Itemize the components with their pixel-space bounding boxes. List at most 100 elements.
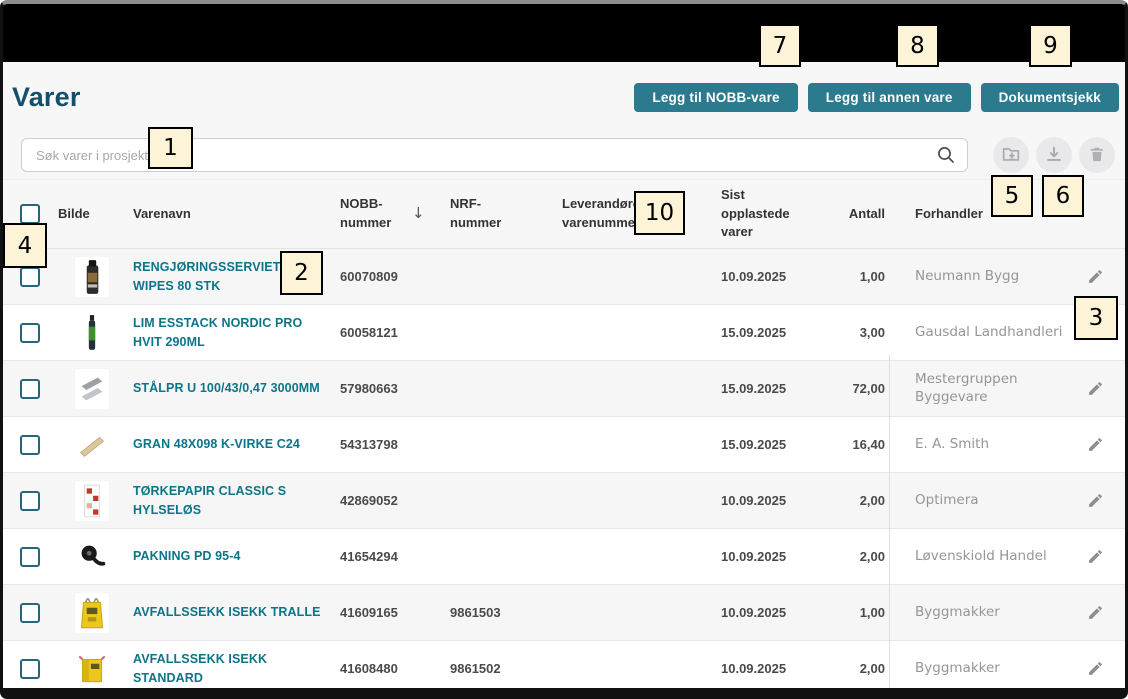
edit-row-button[interactable] bbox=[1087, 492, 1104, 509]
nobb-number-cell: 60070809 bbox=[335, 269, 445, 284]
quantity-cell: 2,00 bbox=[845, 661, 889, 676]
row-checkbox[interactable] bbox=[20, 491, 40, 511]
annotation-box-5: 5 bbox=[991, 175, 1033, 217]
nrf-number-cell: 9861502 bbox=[445, 661, 558, 676]
nrf-number-cell: 9861503 bbox=[445, 605, 558, 620]
delete-button[interactable] bbox=[1079, 137, 1115, 173]
top-navigation-bar bbox=[3, 4, 1125, 62]
edit-row-button[interactable] bbox=[1087, 604, 1104, 621]
annotation-box-3: 3 bbox=[1074, 296, 1118, 340]
dealer-cell: E. A. Smith bbox=[889, 436, 1065, 454]
quantity-cell: 1,00 bbox=[845, 605, 889, 620]
folder-download-button[interactable] bbox=[993, 137, 1029, 173]
product-name-link[interactable]: TØRKEPAPIR CLASSIC S HYLSELØS bbox=[133, 482, 329, 520]
product-image bbox=[75, 649, 109, 689]
sort-descending-icon[interactable]: ↓ bbox=[412, 203, 425, 225]
select-all-checkbox[interactable] bbox=[20, 204, 40, 224]
products-table: Bilde Varenavn NOBB-nummer ↓ NRF-nummer … bbox=[3, 179, 1125, 699]
column-header-forhandler[interactable]: Forhandler bbox=[889, 180, 1065, 248]
product-name-link[interactable]: AVFALLSSEKK ISEKK TRALLE bbox=[133, 603, 321, 622]
row-checkbox[interactable] bbox=[20, 603, 40, 623]
last-uploaded-cell: 10.09.2025 bbox=[715, 661, 845, 676]
dealer-cell: Mestergruppen Byggevare bbox=[889, 371, 1065, 406]
last-uploaded-cell: 10.09.2025 bbox=[715, 269, 845, 284]
table-row: LIM ESSTACK NORDIC PRO HVIT 290ML 600581… bbox=[3, 304, 1125, 360]
product-name-link[interactable]: LIM ESSTACK NORDIC PRO HVIT 290ML bbox=[133, 314, 329, 352]
quantity-cell: 3,00 bbox=[845, 325, 889, 340]
nobb-number-cell: 42869052 bbox=[335, 493, 445, 508]
product-name-link[interactable]: AVFALLSSEKK ISEKK STANDARD bbox=[133, 650, 329, 688]
row-checkbox[interactable] bbox=[20, 659, 40, 679]
row-checkbox[interactable] bbox=[20, 547, 40, 567]
add-nobb-item-button[interactable]: Legg til NOBB-vare bbox=[634, 83, 797, 112]
annotation-box-2: 2 bbox=[280, 251, 323, 295]
nobb-number-cell: 41654294 bbox=[335, 549, 445, 564]
column-divider bbox=[889, 355, 890, 699]
column-header-varenavn[interactable]: Varenavn bbox=[125, 180, 335, 248]
table-body: RENGJØRINGSSERVIETTER WIPES 80 STK 60070… bbox=[3, 249, 1125, 699]
column-header-nrf[interactable]: NRF-nummer bbox=[445, 180, 558, 248]
annotation-box-6: 6 bbox=[1042, 175, 1084, 217]
column-header-sist-opplastede-varer[interactable]: Sist opplastede varer bbox=[715, 180, 845, 248]
column-header-bilde: Bilde bbox=[58, 180, 125, 248]
trash-icon bbox=[1087, 144, 1107, 167]
column-header-antall[interactable]: Antall bbox=[845, 180, 889, 248]
nobb-number-cell: 41609165 bbox=[335, 605, 445, 620]
row-checkbox[interactable] bbox=[20, 267, 40, 287]
edit-row-button[interactable] bbox=[1087, 380, 1104, 397]
download-icon bbox=[1043, 143, 1065, 168]
product-name-link[interactable]: PAKNING PD 95-4 bbox=[133, 547, 241, 566]
edit-row-button[interactable] bbox=[1087, 548, 1104, 565]
quantity-cell: 2,00 bbox=[845, 493, 889, 508]
row-checkbox[interactable] bbox=[20, 435, 40, 455]
dealer-cell: Neumann Bygg bbox=[889, 268, 1065, 286]
product-image bbox=[75, 257, 109, 297]
folder-download-icon bbox=[1000, 143, 1022, 168]
nobb-number-cell: 57980663 bbox=[335, 381, 445, 396]
nobb-number-cell: 54313798 bbox=[335, 437, 445, 452]
header-buttons: Legg til NOBB-vare Legg til annen vare D… bbox=[634, 83, 1119, 112]
edit-row-button[interactable] bbox=[1087, 436, 1104, 453]
quantity-cell: 2,00 bbox=[845, 549, 889, 564]
dealer-cell: Løvenskiold Handel bbox=[889, 548, 1065, 566]
download-button[interactable] bbox=[1036, 137, 1072, 173]
table-row: AVFALLSSEKK ISEKK STANDARD 41608480 9861… bbox=[3, 640, 1125, 696]
table-row: STÅLPR U 100/43/0,47 3000MM 57980663 15.… bbox=[3, 360, 1125, 416]
last-uploaded-cell: 10.09.2025 bbox=[715, 493, 845, 508]
product-image bbox=[75, 313, 109, 353]
product-name-link[interactable]: GRAN 48X098 K-VIRKE C24 bbox=[133, 435, 300, 454]
dealer-cell: Byggmakker bbox=[889, 604, 1065, 622]
document-check-button[interactable]: Dokumentsjekk bbox=[981, 83, 1119, 112]
product-image bbox=[75, 537, 109, 577]
row-checkbox[interactable] bbox=[20, 379, 40, 399]
quantity-cell: 1,00 bbox=[845, 269, 889, 284]
search-icon bbox=[936, 145, 956, 170]
annotation-box-8: 8 bbox=[896, 24, 939, 67]
add-other-item-button[interactable]: Legg til annen vare bbox=[808, 83, 971, 112]
product-name-link[interactable]: STÅLPR U 100/43/0,47 3000MM bbox=[133, 379, 320, 398]
annotation-box-1: 1 bbox=[148, 127, 193, 169]
table-row: RENGJØRINGSSERVIETTER WIPES 80 STK 60070… bbox=[3, 249, 1125, 304]
nobb-number-cell: 41608480 bbox=[335, 661, 445, 676]
last-uploaded-cell: 15.09.2025 bbox=[715, 325, 845, 340]
table-header-row: Bilde Varenavn NOBB-nummer ↓ NRF-nummer … bbox=[3, 179, 1125, 249]
column-header-nobb[interactable]: NOBB-nummer ↓ bbox=[335, 180, 445, 248]
edit-row-button[interactable] bbox=[1087, 660, 1104, 677]
dealer-cell: Byggmakker bbox=[889, 660, 1065, 678]
row-checkbox[interactable] bbox=[20, 323, 40, 343]
edit-row-button[interactable] bbox=[1087, 268, 1104, 285]
table-row: TØRKEPAPIR CLASSIC S HYLSELØS 42869052 1… bbox=[3, 472, 1125, 528]
annotation-box-4: 4 bbox=[3, 223, 47, 268]
bulk-action-buttons bbox=[993, 137, 1115, 173]
last-uploaded-cell: 10.09.2025 bbox=[715, 605, 845, 620]
page-title: Varer bbox=[12, 82, 81, 113]
quantity-cell: 16,40 bbox=[845, 437, 889, 452]
nobb-number-cell: 60058121 bbox=[335, 325, 445, 340]
product-image bbox=[75, 593, 109, 633]
annotation-box-7: 7 bbox=[759, 24, 801, 67]
dealer-cell: Optimera bbox=[889, 492, 1065, 510]
last-uploaded-cell: 15.09.2025 bbox=[715, 381, 845, 396]
table-row: AVFALLSSEKK ISEKK TRALLE 41609165 986150… bbox=[3, 584, 1125, 640]
product-image bbox=[75, 481, 109, 521]
annotation-box-10: 10 bbox=[634, 191, 685, 235]
